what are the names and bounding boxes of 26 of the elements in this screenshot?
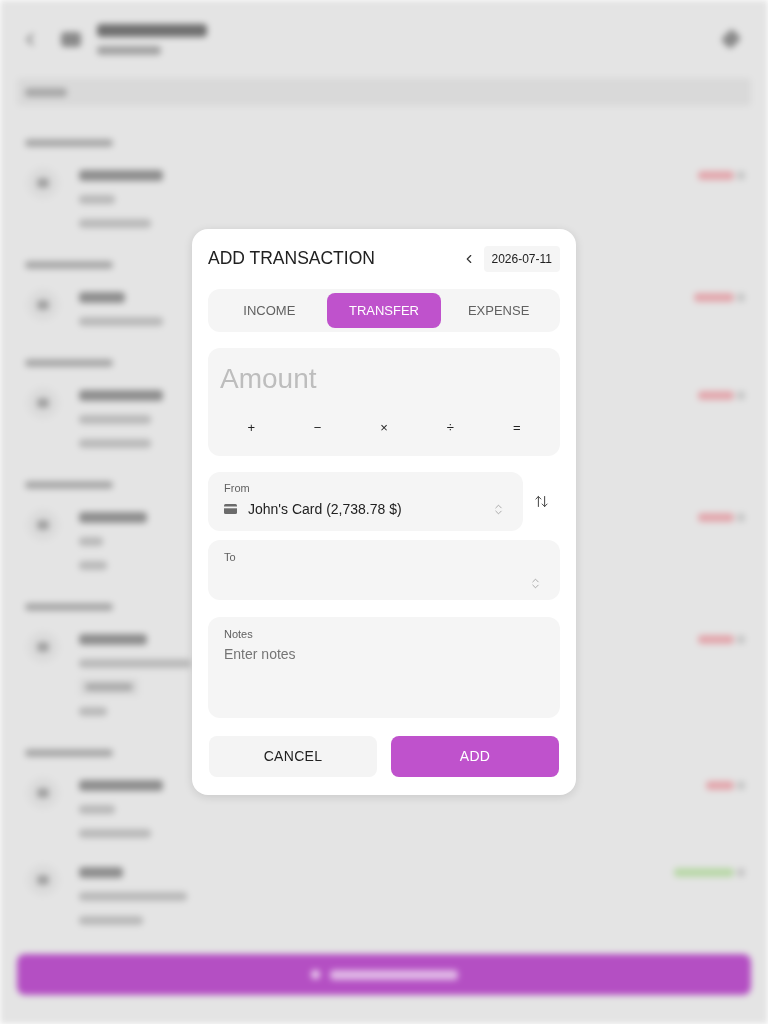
chevron-up-down-icon <box>492 502 505 516</box>
operator-button[interactable]: ÷ <box>417 418 484 438</box>
operator-button[interactable]: = <box>483 418 550 438</box>
to-label: To <box>224 550 237 564</box>
to-select[interactable]: To <box>208 540 560 600</box>
add-button[interactable]: ADD <box>391 736 559 777</box>
operator-button[interactable]: − <box>284 418 351 438</box>
type-tab[interactable]: INCOME <box>212 293 327 328</box>
operator-button[interactable]: + <box>218 418 285 438</box>
operator-button[interactable]: × <box>350 418 418 438</box>
date-button[interactable]: 2026-07-11 <box>483 245 560 272</box>
amount-field[interactable]: Amount + − × ÷ = <box>208 348 560 456</box>
from-value: John's Card (2,738.78 $) <box>248 499 402 519</box>
notes-input[interactable]: Enter notes <box>224 644 544 704</box>
amount-input[interactable]: Amount <box>218 362 550 396</box>
cancel-button[interactable]: CANCEL <box>209 736 377 777</box>
from-label: From <box>224 481 251 495</box>
type-tab[interactable]: TRANSFER <box>326 293 442 328</box>
from-select[interactable]: From John's Card (2,738.78 $) <box>208 472 523 531</box>
swap-arrows-icon <box>534 494 549 509</box>
type-tab[interactable]: EXPENSE <box>441 293 556 328</box>
dialog-title: ADD TRANSACTION <box>208 247 375 271</box>
notes-label: Notes <box>224 627 254 641</box>
card-icon <box>224 504 237 514</box>
chevron-up-down-icon <box>529 576 542 590</box>
notes-field[interactable]: Notes Enter notes <box>208 617 560 718</box>
